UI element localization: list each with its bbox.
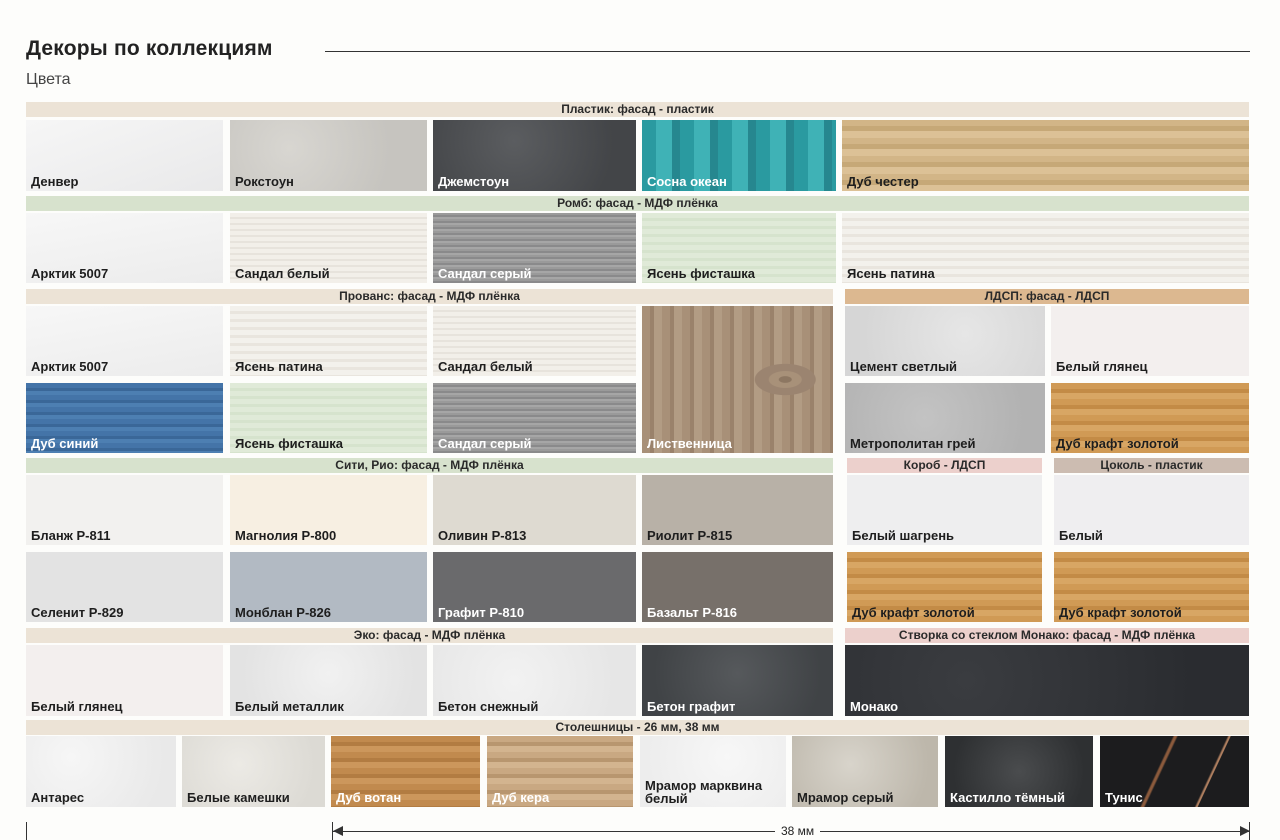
swatch-belyi-glyanets-eko[interactable]: Белый глянец <box>26 645 223 716</box>
swatch-belyi-glyanets-ldsp[interactable]: Белый глянец <box>1051 306 1249 376</box>
band-ldsp: ЛДСП: фасад - ЛДСП <box>845 289 1249 304</box>
dimension-arrow-right <box>1240 826 1250 836</box>
swatch-dub-chester[interactable]: Дуб честер <box>842 120 1249 191</box>
swatch-arktik-provans[interactable]: Арктик 5007 <box>26 306 223 376</box>
swatch-mramor-markvina[interactable]: Мрамор марквина белый <box>640 736 786 807</box>
swatch-beton-snezhnyi[interactable]: Бетон снежный <box>433 645 636 716</box>
band-tsokol: Цоколь - пластик <box>1054 458 1249 473</box>
swatch-monblan[interactable]: Монблан Р-826 <box>230 552 427 622</box>
swatch-selenit[interactable]: Селенит Р-829 <box>26 552 223 622</box>
swatch-grafit[interactable]: Графит Р-810 <box>433 552 636 622</box>
swatch-blanzh[interactable]: Бланж Р-811 <box>26 475 223 545</box>
swatch-sandal-seryi-provans[interactable]: Сандал серый <box>433 383 636 453</box>
swatch-yasen-fistashka-provans[interactable]: Ясень фисташка <box>230 383 427 453</box>
band-eko: Эко: фасад - МДФ плёнка <box>26 628 833 643</box>
swatch-tunis[interactable]: Тунис <box>1100 736 1249 807</box>
swatch-olivin[interactable]: Оливин Р-813 <box>433 475 636 545</box>
swatch-bazalt[interactable]: Базальт Р-816 <box>642 552 833 622</box>
title-rule <box>325 51 1250 52</box>
swatch-belyi-shagren[interactable]: Белый шагрень <box>847 475 1042 545</box>
band-stoleshnitsy: Столешницы - 26 мм, 38 мм <box>26 720 1249 735</box>
swatch-antares[interactable]: Антарес <box>26 736 176 807</box>
swatch-dub-kraft-ldsp[interactable]: Дуб крафт золотой <box>1051 383 1249 453</box>
swatch-denver[interactable]: Денвер <box>26 120 223 191</box>
band-siti: Сити, Рио: фасад - МДФ плёнка <box>26 458 833 473</box>
swatch-monako[interactable]: Монако <box>845 645 1249 716</box>
swatch-dub-kraft-tsokol[interactable]: Дуб крафт золотой <box>1054 552 1249 622</box>
swatch-dub-kraft-korob[interactable]: Дуб крафт золотой <box>847 552 1042 622</box>
swatch-tsement-svetlyi[interactable]: Цемент светлый <box>845 306 1045 376</box>
swatch-yasen-patina-provans[interactable]: Ясень патина <box>230 306 427 376</box>
swatch-metropolitan-grei[interactable]: Метрополитан грей <box>845 383 1045 453</box>
dimension-arrow-left <box>333 826 343 836</box>
swatch-yasen-patina-romb[interactable]: Ясень патина <box>842 213 1249 283</box>
swatch-belyi-tsokol[interactable]: Белый <box>1054 475 1249 545</box>
swatch-kastillo[interactable]: Кастилло тёмный <box>945 736 1093 807</box>
swatch-listvennitsa[interactable]: Лиственница <box>642 306 833 453</box>
swatch-sandal-belyi-romb[interactable]: Сандал белый <box>230 213 427 283</box>
swatch-dub-kera[interactable]: Дуб кера <box>487 736 633 807</box>
band-romb: Ромб: фасад - МДФ плёнка <box>26 196 1249 211</box>
swatch-belye-kameshki[interactable]: Белые камешки <box>182 736 325 807</box>
swatch-dub-sinii[interactable]: Дуб синий <box>26 383 223 453</box>
band-provans: Прованс: фасад - МДФ плёнка <box>26 289 833 304</box>
swatch-riolit[interactable]: Риолит Р-815 <box>642 475 833 545</box>
swatch-dzhemstoun[interactable]: Джемстоун <box>433 120 636 191</box>
swatch-beton-grafit[interactable]: Бетон графит <box>642 645 833 716</box>
page-title: Декоры по коллекциям <box>26 37 273 60</box>
band-plastic: Пластик: фасад - пластик <box>26 102 1249 117</box>
swatch-sandal-belyi-provans[interactable]: Сандал белый <box>433 306 636 376</box>
dimension-label: 38 мм <box>775 824 821 838</box>
band-korob: Короб - ЛДСП <box>847 458 1042 473</box>
swatch-magnoliya[interactable]: Магнолия Р-800 <box>230 475 427 545</box>
dimension-tick-left <box>26 822 27 840</box>
swatch-sandal-seryi-romb[interactable]: Сандал серый <box>433 213 636 283</box>
swatch-belyi-metallik[interactable]: Белый металлик <box>230 645 427 716</box>
swatch-arktik-romb[interactable]: Арктик 5007 <box>26 213 223 283</box>
swatch-yasen-fistashka-romb[interactable]: Ясень фисташка <box>642 213 836 283</box>
swatch-dub-votan[interactable]: Дуб вотан <box>331 736 480 807</box>
swatch-rokstoun[interactable]: Рокстоун <box>230 120 427 191</box>
page-subtitle: Цвета <box>26 71 71 88</box>
swatch-sosna-okean[interactable]: Сосна океан <box>642 120 836 191</box>
band-stvorka: Створка со стеклом Монако: фасад - МДФ п… <box>845 628 1249 643</box>
swatch-mramor-seryi[interactable]: Мрамор серый <box>792 736 938 807</box>
